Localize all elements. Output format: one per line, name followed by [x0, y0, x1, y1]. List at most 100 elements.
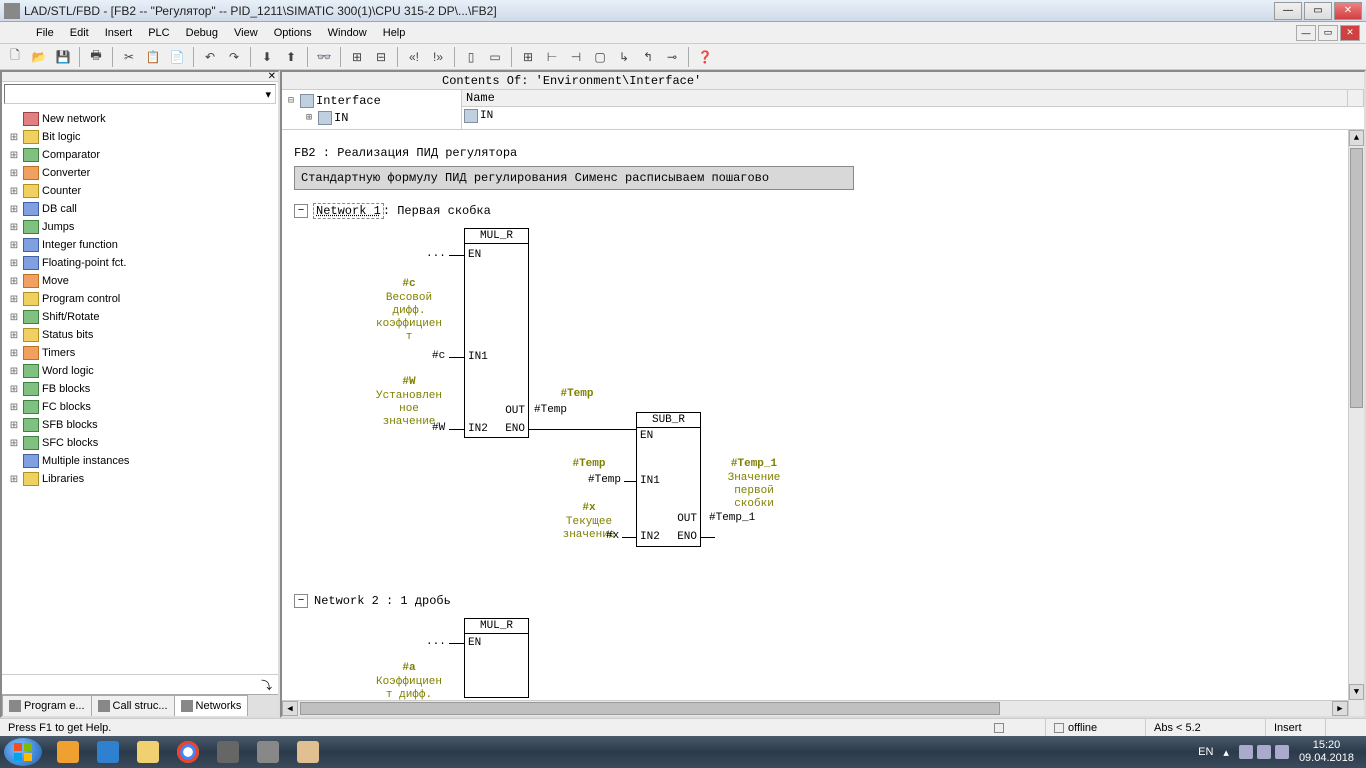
- branch-open-icon[interactable]: ↳: [613, 46, 635, 68]
- tab-program-elements[interactable]: Program e...: [2, 695, 92, 716]
- network-collapse-icon[interactable]: −: [294, 594, 308, 608]
- tree-expand-icon[interactable]: ⊞: [8, 168, 20, 179]
- tree-item[interactable]: ⊞Jumps: [4, 218, 276, 236]
- tree-item[interactable]: ⊞SFB blocks: [4, 416, 276, 434]
- tree-item[interactable]: ⊞Comparator: [4, 146, 276, 164]
- tree-item[interactable]: ⊞DB call: [4, 200, 276, 218]
- network-2-header[interactable]: − Network 2 : 1 дробь: [294, 594, 1352, 608]
- menu-view[interactable]: View: [226, 25, 266, 41]
- goto2-icon[interactable]: !»: [427, 46, 449, 68]
- tree-item[interactable]: New network: [4, 110, 276, 128]
- menu-options[interactable]: Options: [266, 25, 320, 41]
- tree-item[interactable]: ⊞Move: [4, 272, 276, 290]
- tree-expand-icon[interactable]: ⊞: [8, 348, 20, 359]
- tree-expand-icon[interactable]: ⊞: [8, 294, 20, 305]
- download-icon[interactable]: ⬇: [256, 46, 278, 68]
- tree-item[interactable]: Multiple instances: [4, 452, 276, 470]
- taskbar-app-1[interactable]: [208, 738, 248, 766]
- tree-item[interactable]: ⊞FB blocks: [4, 380, 276, 398]
- cut-icon[interactable]: ✂: [118, 46, 140, 68]
- menu-help[interactable]: Help: [375, 25, 414, 41]
- tree-expand-icon[interactable]: ⊞: [8, 258, 20, 269]
- network-icon[interactable]: ⊞: [517, 46, 539, 68]
- symbol2-icon[interactable]: ⊟: [370, 46, 392, 68]
- tree-item[interactable]: ⊞Converter: [4, 164, 276, 182]
- code-editor[interactable]: FB2 : Реализация ПИД регулятора Стандарт…: [282, 130, 1364, 716]
- tree-expand-icon[interactable]: ⊞: [8, 132, 20, 143]
- tray-clock[interactable]: 15:20 09.04.2018: [1299, 739, 1354, 765]
- tree-expand-icon[interactable]: ⊞: [8, 330, 20, 341]
- tray-network-icon[interactable]: [1257, 745, 1271, 759]
- box-icon[interactable]: ▢: [589, 46, 611, 68]
- tab-call-structure[interactable]: Call struc...: [91, 695, 175, 716]
- scroll-thumb-h[interactable]: [300, 702, 1000, 715]
- tree-expand-icon[interactable]: ⊞: [8, 204, 20, 215]
- scroll-thumb[interactable]: [1350, 148, 1363, 408]
- tree-expand-icon[interactable]: ⊞: [8, 420, 20, 431]
- interface-tree[interactable]: ⊟Interface ⊞IN: [282, 90, 462, 129]
- taskbar-explorer[interactable]: [128, 738, 168, 766]
- goto-icon[interactable]: «!: [403, 46, 425, 68]
- new-icon[interactable]: 🗋: [4, 46, 26, 68]
- catalog-filter-dropdown[interactable]: ▾: [4, 84, 276, 104]
- tray-show-hidden-icon[interactable]: ▴: [1223, 746, 1229, 759]
- tree-item[interactable]: ⊞Floating-point fct.: [4, 254, 276, 272]
- tree-item[interactable]: ⊞Libraries: [4, 470, 276, 488]
- tree-item[interactable]: ⊞Program control: [4, 290, 276, 308]
- tree-item[interactable]: ⊞FC blocks: [4, 398, 276, 416]
- taskbar-simatic[interactable]: [248, 738, 288, 766]
- start-button[interactable]: [4, 738, 42, 766]
- tree-item[interactable]: ⊞Bit logic: [4, 128, 276, 146]
- taskbar-chrome[interactable]: [168, 738, 208, 766]
- tree-expand-icon[interactable]: ⊞: [302, 112, 316, 124]
- tree-item[interactable]: ⊞Word logic: [4, 362, 276, 380]
- minimize-button[interactable]: —: [1274, 2, 1302, 20]
- taskbar-paint[interactable]: [288, 738, 328, 766]
- tree-expand-icon[interactable]: ⊞: [8, 366, 20, 377]
- tree-item[interactable]: ⊞Integer function: [4, 236, 276, 254]
- tree-expand-icon[interactable]: ⊞: [8, 384, 20, 395]
- tree-expand-icon[interactable]: ⊞: [8, 150, 20, 161]
- scroll-right-icon[interactable]: ▶: [1332, 701, 1348, 716]
- child-restore-button[interactable]: ▭: [1318, 25, 1338, 41]
- panel-pin-icon[interactable]: ✕: [268, 71, 276, 82]
- monitor-icon[interactable]: 👓: [313, 46, 335, 68]
- tree-expand-icon[interactable]: ⊞: [8, 438, 20, 449]
- contact-icon[interactable]: ⊢: [541, 46, 563, 68]
- tray-language[interactable]: EN: [1198, 746, 1213, 758]
- scroll-left-icon[interactable]: ◀: [282, 701, 298, 716]
- vertical-scrollbar[interactable]: ▲ ▼: [1348, 130, 1364, 716]
- branch-close-icon[interactable]: ↰: [637, 46, 659, 68]
- coil-icon[interactable]: ⊣: [565, 46, 587, 68]
- tree-item[interactable]: ⊞Shift/Rotate: [4, 308, 276, 326]
- mul-r-block[interactable]: MUL_R EN IN1 IN2 OUT ENO: [464, 228, 529, 438]
- child-close-button[interactable]: ✕: [1340, 25, 1360, 41]
- tree-item[interactable]: ⊞Status bits: [4, 326, 276, 344]
- print-icon[interactable]: 🖶: [85, 46, 107, 68]
- tree-expand-icon[interactable]: ⊞: [8, 222, 20, 233]
- block-description[interactable]: Стандартную формулу ПИД регулирования Си…: [294, 166, 854, 190]
- tree-item[interactable]: ⊞Timers: [4, 344, 276, 362]
- menu-debug[interactable]: Debug: [178, 25, 226, 41]
- save-icon[interactable]: 💾: [52, 46, 74, 68]
- filter-icon[interactable]: ⤵: [261, 677, 272, 693]
- menu-plc[interactable]: PLC: [140, 25, 177, 41]
- menu-edit[interactable]: Edit: [62, 25, 97, 41]
- close-button[interactable]: ✕: [1334, 2, 1362, 20]
- sub-r-block[interactable]: SUB_R EN IN1 IN2 OUT ENO: [636, 412, 701, 547]
- tree-expand-icon[interactable]: ⊞: [8, 240, 20, 251]
- horizontal-scrollbar[interactable]: ◀ ▶: [282, 700, 1348, 716]
- taskbar-ie[interactable]: [88, 738, 128, 766]
- maximize-button[interactable]: ▭: [1304, 2, 1332, 20]
- tree-item[interactable]: ⊞Counter: [4, 182, 276, 200]
- tree-expand-icon[interactable]: ⊞: [8, 186, 20, 197]
- connection-icon[interactable]: ⊸: [661, 46, 683, 68]
- network-collapse-icon[interactable]: −: [294, 204, 308, 218]
- network-2-diagram[interactable]: MUL_R EN ... #a Коэффициен т дифф.: [354, 618, 1352, 708]
- network-1-header[interactable]: − Network 1: Первая скобка: [294, 204, 1352, 218]
- view-stl-icon[interactable]: ▭: [484, 46, 506, 68]
- upload-icon[interactable]: ⬆: [280, 46, 302, 68]
- tab-networks[interactable]: Networks: [174, 695, 249, 716]
- tray-flag-icon[interactable]: [1239, 745, 1253, 759]
- menu-insert[interactable]: Insert: [97, 25, 141, 41]
